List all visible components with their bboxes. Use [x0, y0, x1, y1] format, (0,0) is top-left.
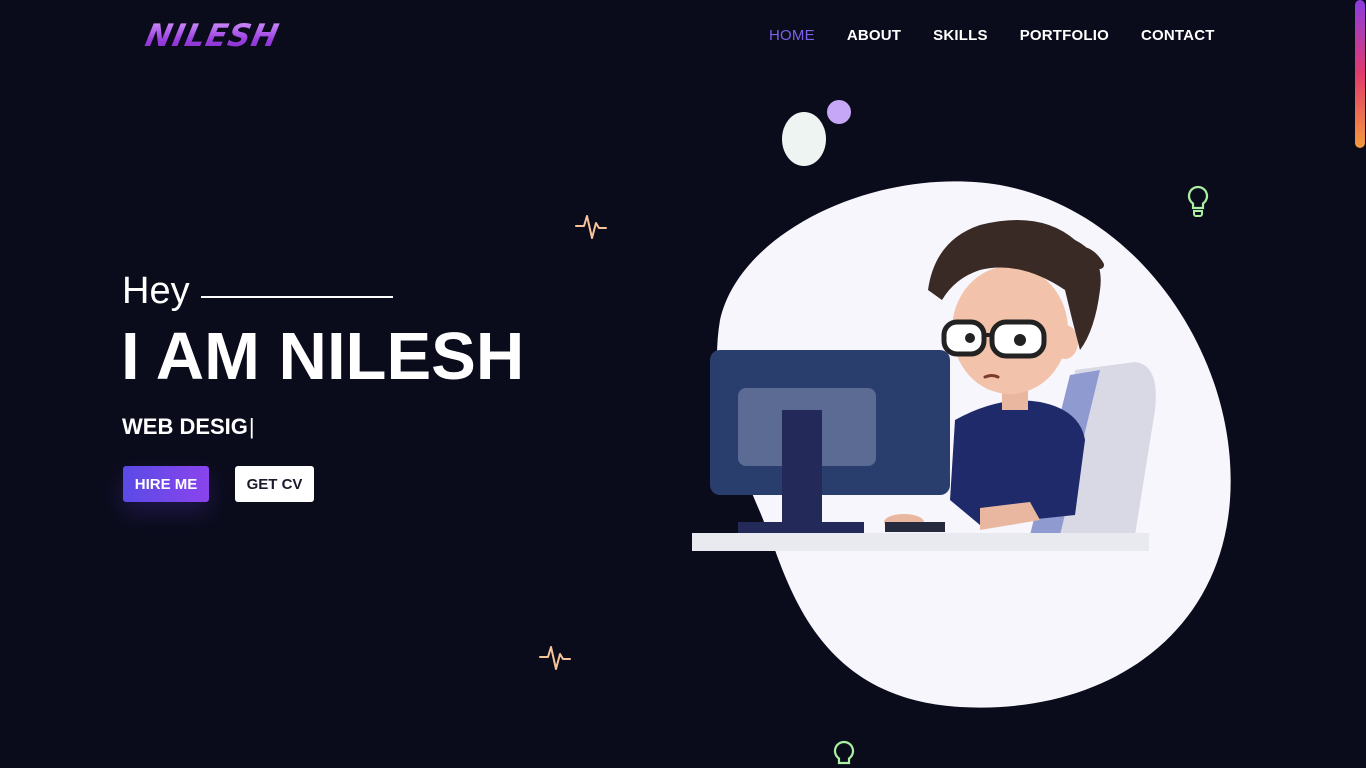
greeting-underline: [200, 295, 393, 298]
nav-contact[interactable]: CONTACT: [1141, 27, 1215, 44]
hire-me-button[interactable]: HIRE ME: [123, 466, 209, 502]
developer-at-computer-illustration: [692, 181, 1231, 708]
greeting-text: Hey: [122, 270, 190, 312]
scroll-progress-bar[interactable]: [1355, 0, 1365, 148]
get-cv-button[interactable]: GET CV: [235, 466, 314, 502]
heartbeat-icon: [539, 646, 571, 670]
typing-cursor: |: [248, 414, 255, 439]
heartbeat-icon: [575, 215, 607, 239]
nav-home[interactable]: HOME: [769, 27, 815, 44]
nav-skills[interactable]: SKILLS: [933, 27, 988, 44]
greeting-row: Hey: [122, 270, 393, 313]
nav-about[interactable]: ABOUT: [847, 27, 901, 44]
lightbulb-icon: [833, 740, 855, 765]
dot-icon: [782, 100, 851, 166]
site-logo[interactable]: NILESH: [142, 18, 282, 54]
typed-role-text: WEB DESIG|: [122, 414, 255, 440]
typed-role-value: WEB DESIG: [122, 414, 248, 439]
hero-headline: I AM NILESH: [121, 319, 525, 394]
page: NILESH HOME ABOUT SKILLS PORTFOLIO CONTA…: [0, 0, 1366, 768]
main-nav: HOME ABOUT SKILLS PORTFOLIO CONTACT: [769, 27, 1247, 44]
nav-portfolio[interactable]: PORTFOLIO: [1020, 27, 1109, 44]
scroll-track[interactable]: [1354, 0, 1366, 768]
